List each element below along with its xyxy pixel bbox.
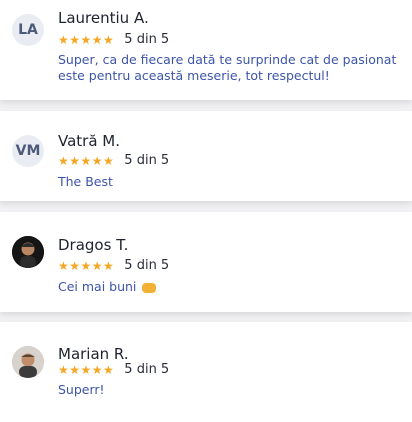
rating-row: ★★★★★ 5 din 5	[58, 362, 169, 377]
review-text: Cei mai buni	[58, 279, 404, 295]
rating-row: ★★★★★ 5 din 5	[58, 32, 169, 47]
handshake-emoji-icon	[142, 282, 157, 293]
review-text: Superr!	[58, 382, 105, 397]
rating-text: 5 din 5	[124, 153, 170, 168]
review-card: LA Laurentiu A. ★★★★★ 5 din 5 Super, ca …	[0, 0, 412, 100]
star-icons: ★★★★★	[58, 153, 115, 168]
reviews-list: LA Laurentiu A. ★★★★★ 5 din 5 Super, ca …	[0, 0, 412, 422]
reviewer-name: Dragos T.	[58, 236, 129, 254]
star-icons: ★★★★★	[58, 362, 115, 377]
review-text: The Best	[58, 174, 113, 189]
avatar: LA	[12, 14, 44, 46]
star-icons: ★★★★★	[58, 258, 115, 273]
review-text: Super, ca de fiecare dată te surprinde c…	[58, 52, 397, 83]
reviewer-name: Laurentiu A.	[58, 9, 149, 27]
avatar-photo	[12, 236, 44, 268]
star-icons: ★★★★★	[58, 32, 115, 47]
rating-text: 5 din 5	[124, 32, 170, 47]
avatar: VM	[12, 135, 44, 167]
rating-row: ★★★★★ 5 din 5	[58, 258, 169, 273]
review-card: Dragos T. ★★★★★ 5 din 5 Cei mai buni	[0, 212, 412, 312]
rating-text: 5 din 5	[124, 362, 170, 377]
reviewer-name: Vatră M.	[58, 132, 121, 150]
review-card: VM Vatră M. ★★★★★ 5 din 5 The Best	[0, 111, 412, 201]
review-text-content: Cei mai buni	[58, 279, 137, 294]
avatar-image	[12, 346, 44, 378]
rating-text: 5 din 5	[124, 258, 170, 273]
reviewer-name: Marian R.	[58, 345, 129, 363]
avatar-photo	[12, 346, 44, 378]
review-card: Marian R. ★★★★★ 5 din 5 Superr!	[0, 322, 412, 422]
rating-row: ★★★★★ 5 din 5	[58, 153, 169, 168]
avatar-image	[12, 236, 44, 268]
